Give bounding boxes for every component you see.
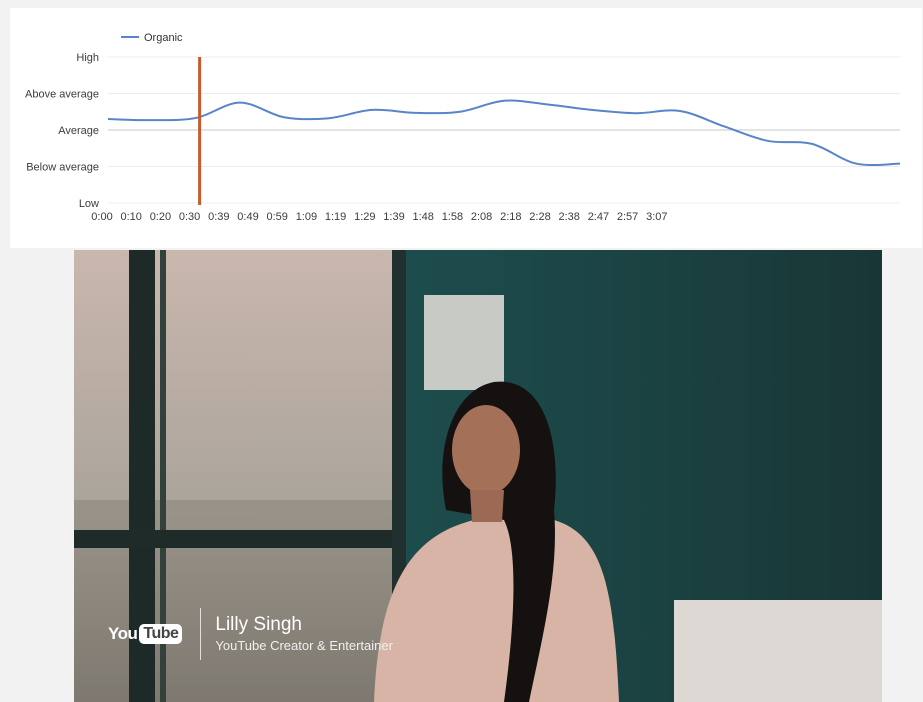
y-tick-label: Below average	[26, 162, 99, 174]
youtube-logo-you: You	[108, 624, 138, 643]
x-tick-label: 1:58	[442, 211, 463, 223]
legend-label-organic: Organic	[144, 32, 183, 44]
y-tick-label: Low	[79, 198, 99, 210]
lower-third-divider	[200, 608, 202, 660]
lower-third-text: Lilly Singh YouTube Creator & Entertaine…	[215, 613, 393, 655]
x-tick-label: 0:20	[150, 211, 171, 223]
x-tick-label: 0:49	[237, 211, 258, 223]
audience-retention-chart: Organic Low Below average Average Above ave…	[25, 32, 901, 223]
creator-name: Lilly Singh	[215, 614, 302, 635]
x-tick-label: 2:08	[471, 211, 492, 223]
x-tick-label: 3:07	[646, 211, 667, 223]
x-tick-label: 2:18	[500, 211, 521, 223]
x-tick-label: 1:29	[354, 211, 375, 223]
series-line-organic	[107, 99, 901, 167]
x-tick-label: 2:57	[617, 211, 638, 223]
chart-legend: Organic	[121, 32, 183, 44]
x-tick-label: 1:19	[325, 211, 346, 223]
creator-role: YouTube Creator & Entertainer	[215, 638, 393, 653]
video-player-frame[interactable]: You Tube Lilly Singh YouTube Creator & E…	[74, 250, 882, 702]
x-tick-label: 0:30	[179, 211, 200, 223]
x-tick-label: 2:38	[558, 211, 579, 223]
y-tick-label: Above average	[25, 89, 99, 101]
x-tick-label: 0:59	[266, 211, 287, 223]
retention-chart-panel: Organic Low Below average Average Above ave…	[10, 8, 922, 248]
x-tick-label: 2:47	[588, 211, 609, 223]
lower-third-caption: You Tube Lilly Singh YouTube Creator & E…	[108, 604, 393, 664]
y-tick-label: Average	[58, 125, 99, 137]
x-tick-label: 1:09	[296, 211, 317, 223]
x-tick-label: 0:10	[120, 211, 141, 223]
youtube-logo-tube: Tube	[139, 624, 183, 644]
x-tick-label: 0:00	[91, 211, 112, 223]
x-tick-label: 1:39	[383, 211, 404, 223]
x-tick-label: 2:28	[529, 211, 550, 223]
x-tick-label: 1:48	[412, 211, 433, 223]
y-tick-label: High	[76, 52, 99, 64]
youtube-logo: You Tube	[108, 624, 183, 644]
x-tick-label: 0:39	[208, 211, 229, 223]
